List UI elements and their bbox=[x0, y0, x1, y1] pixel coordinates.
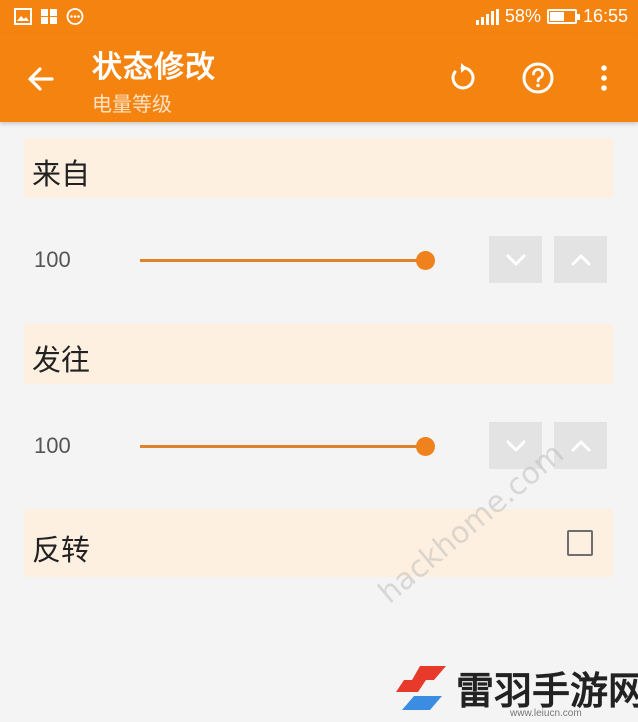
to-slider-track[interactable] bbox=[140, 445, 428, 448]
logo-url: www.leiucn.com bbox=[510, 708, 582, 719]
more-circle-icon bbox=[66, 8, 84, 25]
from-slider-track[interactable] bbox=[140, 259, 428, 262]
undo-icon[interactable] bbox=[444, 60, 480, 96]
invert-checkbox[interactable] bbox=[567, 530, 593, 556]
site-logo: 雷羽手游网 www.leiucn.com bbox=[390, 660, 638, 719]
invert-label: 反转 bbox=[32, 533, 91, 567]
more-vert-icon[interactable] bbox=[586, 60, 622, 96]
to-value: 100 bbox=[34, 433, 71, 458]
section-to-header: 发往 bbox=[24, 324, 613, 384]
chevron-up-icon bbox=[571, 440, 590, 451]
app-toolbar: 状态修改 电量等级 bbox=[0, 34, 638, 122]
apps-icon bbox=[41, 9, 57, 24]
section-to-label: 发往 bbox=[32, 343, 91, 377]
from-decrement-button[interactable] bbox=[489, 236, 542, 283]
page-subtitle: 电量等级 bbox=[92, 92, 172, 116]
help-icon[interactable] bbox=[520, 60, 556, 96]
screen: 58% 16:55 状态修改 电量等级 来自 100 发往 100 反转 hac… bbox=[0, 0, 638, 722]
logo-mark-icon bbox=[396, 665, 446, 710]
battery-icon bbox=[546, 9, 580, 24]
clock: 16:55 bbox=[582, 6, 628, 26]
from-slider-thumb[interactable] bbox=[416, 251, 435, 270]
logo-text: 雷羽手游网 bbox=[456, 669, 638, 713]
chevron-up-icon bbox=[571, 254, 590, 265]
from-value: 100 bbox=[34, 247, 71, 272]
signal-icon bbox=[475, 8, 499, 25]
page-title: 状态修改 bbox=[92, 50, 216, 85]
status-bar: 58% 16:55 bbox=[0, 0, 638, 34]
to-slider-thumb[interactable] bbox=[416, 437, 435, 456]
section-from-label: 来自 bbox=[32, 157, 91, 191]
back-arrow-icon[interactable] bbox=[24, 62, 58, 96]
image-icon bbox=[14, 8, 32, 25]
from-slider-row: 100 bbox=[0, 236, 638, 286]
chevron-down-icon bbox=[506, 440, 525, 451]
chevron-down-icon bbox=[506, 254, 525, 265]
section-from-header: 来自 bbox=[24, 138, 613, 198]
from-increment-button[interactable] bbox=[554, 236, 607, 283]
invert-row[interactable]: 反转 bbox=[24, 509, 613, 577]
notification-icons bbox=[14, 8, 84, 25]
battery-fill bbox=[549, 12, 564, 21]
battery-percent: 58% bbox=[504, 6, 541, 26]
status-right: 58% 16:55 bbox=[475, 6, 628, 27]
